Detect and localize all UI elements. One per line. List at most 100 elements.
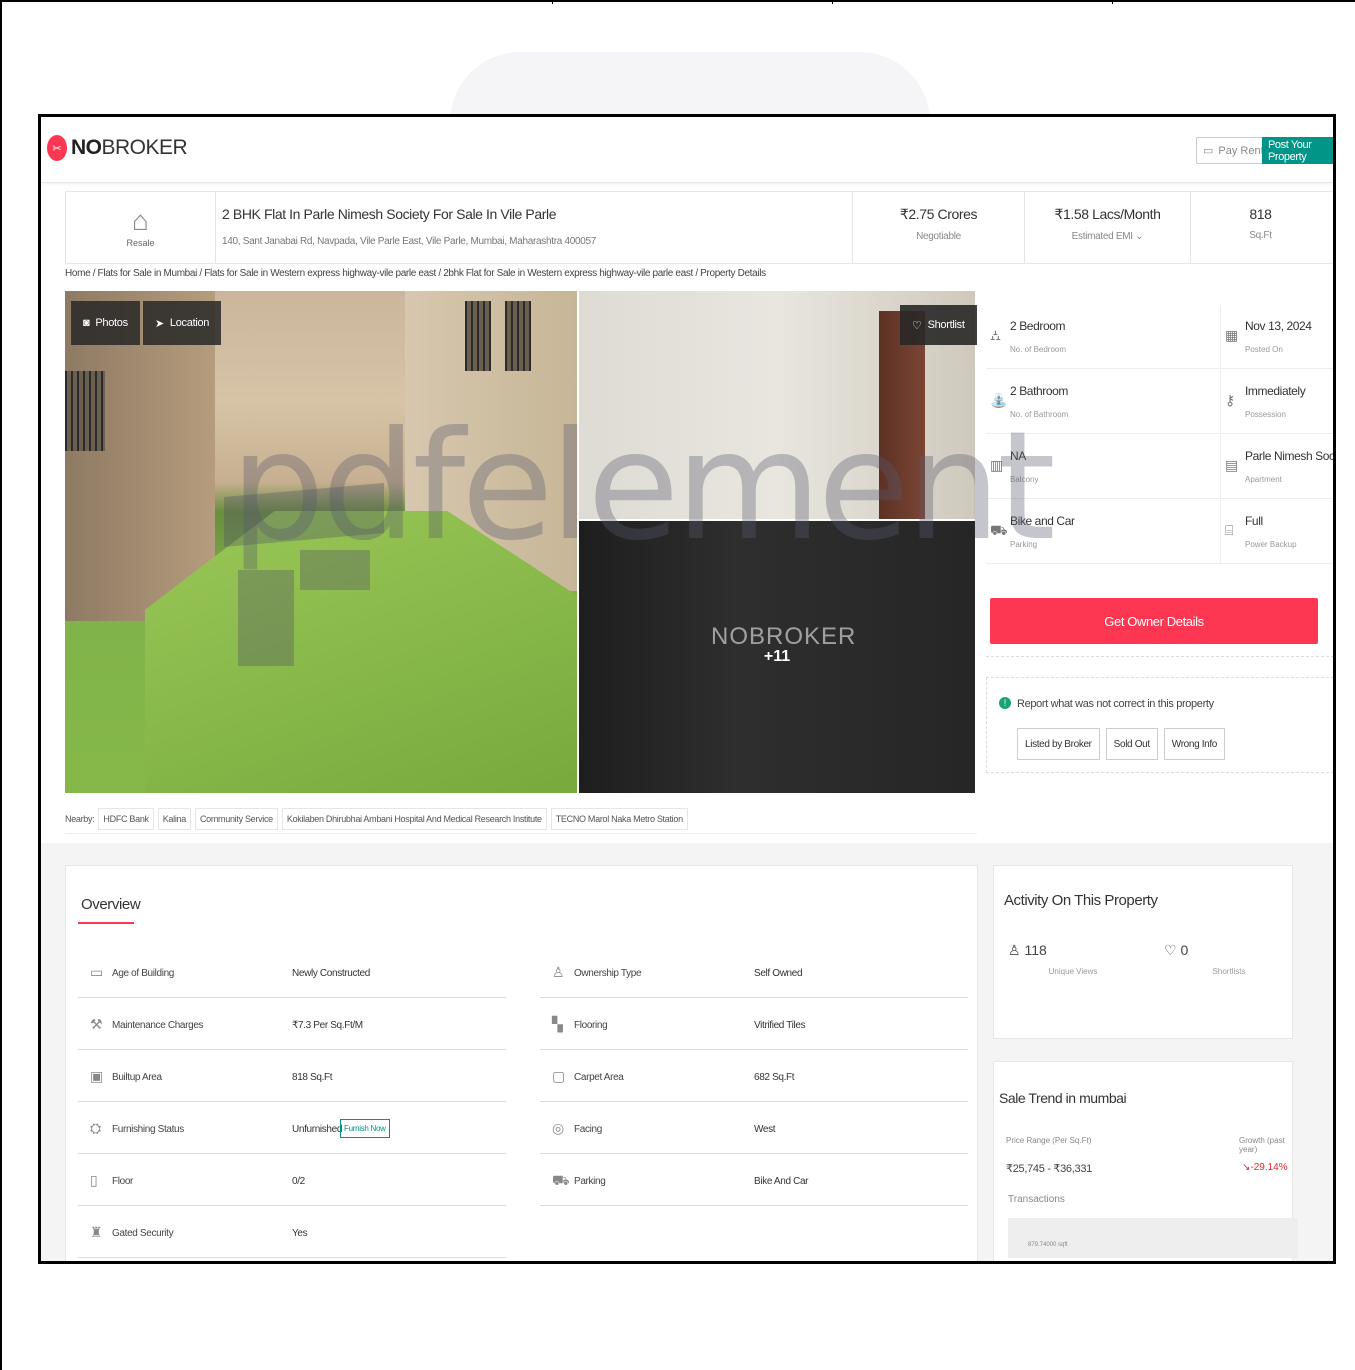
detail-value: 2 Bedroom: [1010, 319, 1066, 333]
overview-value: Self Owned: [754, 968, 803, 979]
photo-watermark: NOBROKER: [711, 623, 857, 650]
overview-row: ⛟ Parking Bike And Car: [540, 1154, 968, 1206]
detail-value: 2 Bathroom: [1010, 384, 1069, 398]
overview-label: Parking: [574, 1176, 606, 1187]
overview-value: West: [754, 1124, 776, 1135]
price-label: Negotiable: [916, 231, 961, 242]
resale-badge: ⌂ Resale: [66, 192, 216, 263]
report-buttons: Listed by Broker Sold Out Wrong Info: [1017, 728, 1226, 760]
detail-power-backup: ⌸ Full Power Backup: [1220, 500, 1333, 564]
overview-label: Gated Security: [112, 1228, 174, 1239]
overview-value: 0/2: [292, 1176, 305, 1187]
price-stat: ₹2.75 Crores Negotiable: [852, 192, 1024, 263]
overview-title: Overview: [81, 896, 141, 913]
price-range-value: ₹25,745 - ₹36,331: [1006, 1163, 1092, 1175]
overview-row: ▢ Carpet Area 682 Sq.Ft: [540, 1050, 968, 1102]
nearby-chip[interactable]: Kokilaben Dhirubhai Ambani Hospital And …: [281, 807, 547, 830]
logo-text: NOBROKER: [71, 136, 188, 159]
post-property-label: Post Your Property: [1268, 138, 1312, 163]
owner-icon: ♙: [552, 964, 565, 980]
pay-rent-button[interactable]: ▭ Pay Rent: [1196, 137, 1271, 164]
views-label: Unique Views: [1048, 967, 1098, 976]
activity-title: Activity On This Property: [1004, 892, 1158, 909]
battery-icon: ⌸: [1225, 522, 1234, 538]
transactions-label: Transactions: [1008, 1194, 1065, 1205]
report-text: Report what was not correct in this prop…: [1017, 698, 1214, 710]
pay-rent-label: Pay Rent: [1218, 144, 1264, 157]
heart-icon: ♡: [1164, 942, 1177, 958]
detail-label: Apartment: [1245, 475, 1282, 484]
sale-trend-card: Sale Trend in mumbai Price Range (Per Sq…: [993, 1061, 1298, 1261]
tiles-icon: ▚: [552, 1016, 563, 1032]
guard-icon: ♜: [90, 1224, 103, 1240]
chevron-down-icon: ⌄: [1135, 231, 1144, 242]
breadcrumb[interactable]: Home / Flats for Sale in Mumbai / Flats …: [65, 268, 766, 279]
calendar-icon: ▦: [1225, 327, 1239, 343]
detail-value: Parle Nimesh Society: [1245, 449, 1335, 463]
get-owner-details-button[interactable]: Get Owner Details: [990, 598, 1318, 644]
nearby-places: Nearby: HDFC Bank Kalina Community Servi…: [65, 804, 977, 834]
overview-label: Floor: [112, 1176, 134, 1187]
resale-label: Resale: [126, 238, 155, 248]
transactions-preview-text: 879.74000 sqft: [1028, 1242, 1068, 1248]
photos-label: Photos: [95, 317, 128, 329]
overview-row: ▭ Age of Building Newly Constructed: [78, 946, 506, 998]
area-label: Sq.Ft: [1249, 230, 1272, 241]
nearby-chip[interactable]: HDFC Bank: [98, 807, 154, 830]
emi-label: Estimated EMI: [1071, 231, 1133, 242]
sold-out-button[interactable]: Sold Out: [1105, 728, 1158, 760]
building-age-icon: ▭: [90, 964, 104, 980]
pdfelement-watermark: pdfelement: [230, 400, 1056, 574]
nearby-chip[interactable]: Kalina: [157, 807, 191, 830]
detail-label: No. of Bedroom: [1010, 345, 1067, 354]
nearby-chip[interactable]: Community Service: [194, 807, 278, 830]
overview-row: ▯ Floor 0/2: [78, 1154, 506, 1206]
card-icon: ▭: [1203, 145, 1214, 157]
overview-label: Builtup Area: [112, 1072, 162, 1083]
overview-label: Ownership Type: [574, 968, 642, 979]
property-title: 2 BHK Flat In Parle Nimesh Society For S…: [222, 206, 557, 222]
bed-icon: ⛼: [990, 327, 1001, 343]
listed-by-broker-button[interactable]: Listed by Broker: [1017, 728, 1100, 760]
furnish-now-button[interactable]: Furnish Now: [340, 1119, 390, 1138]
owner-cta-section: Get Owner Details: [986, 593, 1333, 657]
photo-window: [505, 301, 531, 371]
overview-label: Facing: [574, 1124, 602, 1135]
photos-button[interactable]: ◙ Photos: [71, 301, 140, 345]
detail-bedroom: ⛼ 2 Bedroom No. of Bedroom: [986, 305, 1220, 369]
location-button[interactable]: ➤ Location: [143, 301, 222, 345]
carpet-icon: ▢: [552, 1068, 566, 1084]
overview-underline: [78, 922, 134, 924]
area-stat: 818 Sq.Ft: [1190, 192, 1330, 263]
overview-value: ₹7.3 Per Sq.Ft/M: [292, 1020, 363, 1031]
detail-apartment: ▤ Parle Nimesh Society Apartment: [1220, 435, 1335, 499]
overview-row: ⛭ Furnishing Status Unfurnished Furnish …: [78, 1102, 506, 1154]
detail-label: Power Backup: [1245, 540, 1297, 549]
camera-icon: ◙: [83, 317, 90, 329]
post-property-button[interactable]: Post Your Property: [1262, 137, 1333, 164]
detail-label: Possession: [1245, 410, 1286, 419]
nearby-chip[interactable]: TECNO Marol Naka Metro Station: [550, 807, 688, 830]
shortlists-label: Shortlists: [1212, 967, 1246, 976]
shortlist-button[interactable]: ♡ Shortlist: [900, 305, 977, 345]
area-value: 818: [1249, 206, 1272, 222]
emi-stat[interactable]: ₹1.58 Lacs/Month Estimated EMI ⌄: [1024, 192, 1190, 263]
screenshot-page: ✂ NOBROKER ▭ Pay Rent Post Your Property…: [0, 0, 1355, 1370]
nobroker-logo[interactable]: ✂ NOBROKER: [47, 135, 188, 161]
unique-views-box: ♙ 118 Unique Views: [1008, 942, 1138, 992]
key-icon: ⚷: [1225, 392, 1236, 408]
shortlists-row: ♡ 0: [1164, 942, 1294, 959]
wrong-info-button[interactable]: Wrong Info: [1163, 728, 1226, 760]
overview-row: ▣ Builtup Area 818 Sq.Ft: [78, 1050, 506, 1102]
building-icon: ▤: [1225, 457, 1239, 473]
growth-value: ↘-29.14%: [1242, 1162, 1288, 1173]
overview-row: ◎ Facing West: [540, 1102, 968, 1154]
overview-label: Carpet Area: [574, 1072, 624, 1083]
overview-row: ⚒ Maintenance Charges ₹7.3 Per Sq.Ft/M: [78, 998, 506, 1050]
views-row: ♙ 118: [1008, 942, 1138, 959]
listing-title-bar: ⌂ Resale 2 BHK Flat In Parle Nimesh Soci…: [65, 191, 1333, 264]
location-pin-icon: ➤: [155, 317, 164, 330]
tools-icon: ⚒: [90, 1016, 103, 1032]
shortlists-count: 0: [1180, 942, 1189, 958]
shortlist-label: Shortlist: [927, 319, 965, 331]
